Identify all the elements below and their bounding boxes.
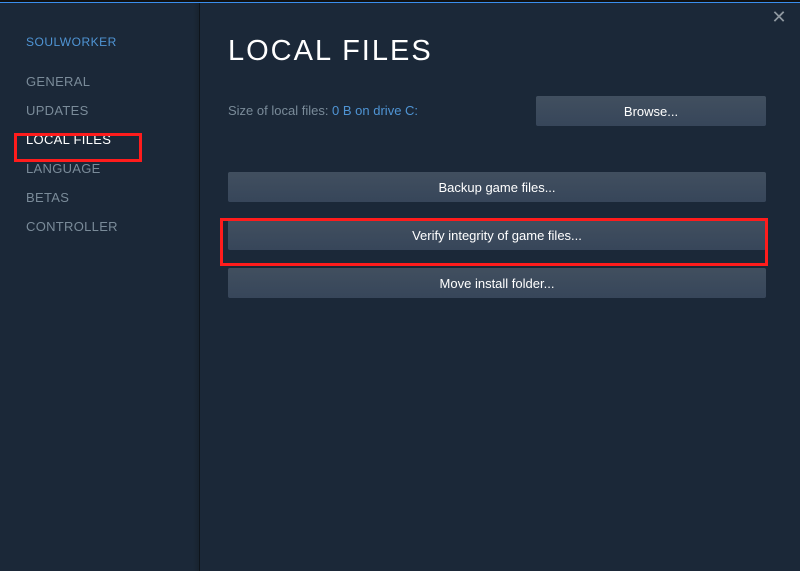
window-body: SOULWORKER GENERAL UPDATES LOCAL FILES L… (0, 0, 800, 571)
move-button[interactable]: Move install folder... (228, 268, 766, 298)
browse-button[interactable]: Browse... (536, 96, 766, 126)
size-label: Size of local files: (228, 103, 332, 118)
size-value: 0 B on drive C: (332, 103, 418, 118)
content-pane: LOCAL FILES Size of local files: 0 B on … (200, 3, 800, 571)
size-row: Size of local files: 0 B on drive C: Bro… (228, 96, 766, 126)
sidebar-item-language[interactable]: LANGUAGE (0, 154, 199, 183)
sidebar: SOULWORKER GENERAL UPDATES LOCAL FILES L… (0, 3, 200, 571)
page-title: LOCAL FILES (228, 35, 766, 68)
backup-button[interactable]: Backup game files... (228, 172, 766, 202)
sidebar-item-controller[interactable]: CONTROLLER (0, 212, 199, 241)
sidebar-item-updates[interactable]: UPDATES (0, 96, 199, 125)
verify-button[interactable]: Verify integrity of game files... (228, 220, 766, 250)
size-text: Size of local files: 0 B on drive C: (228, 102, 418, 120)
sidebar-item-betas[interactable]: BETAS (0, 183, 199, 212)
sidebar-item-local-files[interactable]: LOCAL FILES (0, 125, 199, 154)
sidebar-item-general[interactable]: GENERAL (0, 67, 199, 96)
app-title: SOULWORKER (0, 35, 199, 67)
